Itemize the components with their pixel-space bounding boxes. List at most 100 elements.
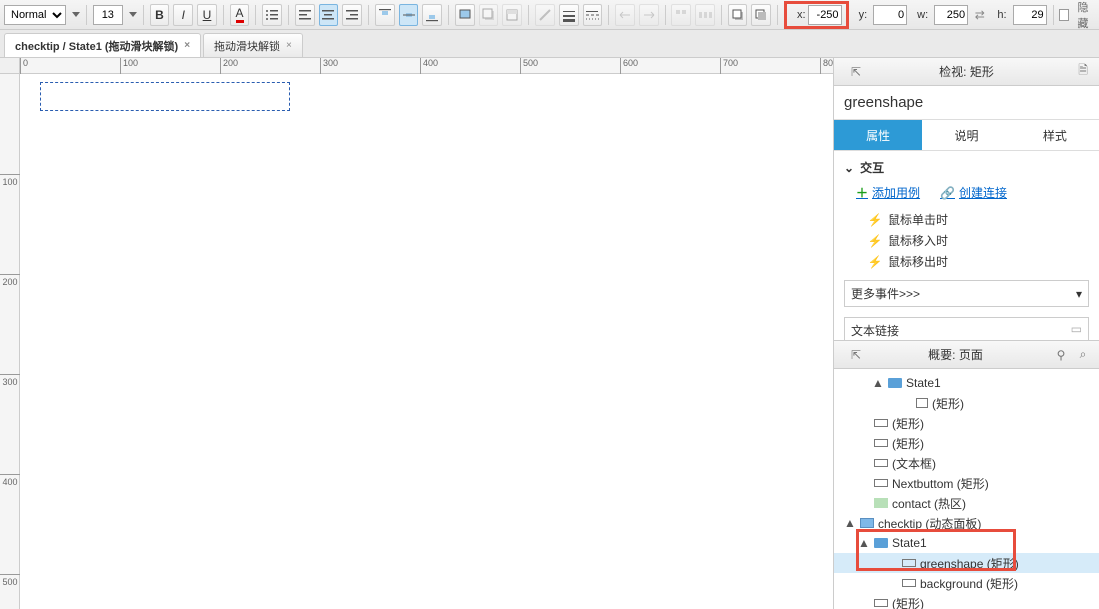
inspector-header: ⇱ 检视: 矩形 🗎 <box>834 58 1099 86</box>
rect-icon <box>902 559 916 567</box>
close-icon[interactable]: × <box>184 40 190 51</box>
line-style-button[interactable] <box>583 4 603 26</box>
create-link-link[interactable]: 🔗创建连接 <box>940 184 1007 201</box>
tree-label: State1 <box>906 376 941 390</box>
tab-checktip-state1[interactable]: checktip / State1 (拖动滑块解锁) × <box>4 33 201 57</box>
tree-row[interactable]: (矩形) <box>834 393 1099 413</box>
tree-row[interactable]: ▲ State1 <box>834 373 1099 393</box>
paragraph-style-select[interactable]: Normal <box>4 5 66 25</box>
more-events-dropdown[interactable]: 更多事件>>>▾ <box>844 280 1089 307</box>
tree-row[interactable]: (文本框) <box>834 453 1099 473</box>
inspector-title: 检视: 矩形 <box>939 63 994 80</box>
inspector-body: ⌄ 交互 ＋添加用例 🔗创建连接 ⚡鼠标单击时 ⚡鼠标移入时 ⚡鼠标移出时 更多事件… <box>834 151 1099 341</box>
canvas-area[interactable]: 0100200300400500600700800 10020030040050… <box>0 58 833 609</box>
selected-rectangle[interactable] <box>40 82 290 111</box>
tree-row[interactable]: background (矩形) <box>834 573 1099 593</box>
widget-name-field[interactable]: greenshape <box>834 86 1099 120</box>
event-row[interactable]: ⚡鼠标移出时 <box>868 253 1089 270</box>
tree-row[interactable]: Nextbuttom (矩形) <box>834 473 1099 493</box>
section-title: 交互 <box>860 159 884 176</box>
collapse-icon[interactable]: ⇱ <box>848 64 864 80</box>
tree-label: (矩形) <box>892 435 924 452</box>
x-coord-highlight: x: <box>784 1 849 29</box>
font-size-input[interactable] <box>93 5 123 25</box>
tree-label: greenshape (矩形) <box>920 555 1019 572</box>
tree-label: contact (热区) <box>892 495 966 512</box>
search-icon[interactable]: ⌕ <box>1075 347 1091 363</box>
lock-aspect-icon[interactable]: ⇄ <box>974 8 985 22</box>
tree-row[interactable]: (矩形) <box>834 593 1099 609</box>
canvas[interactable] <box>20 74 833 609</box>
close-icon[interactable]: × <box>286 40 292 51</box>
align-left-button[interactable] <box>295 4 315 26</box>
folder-icon <box>874 538 888 548</box>
h-input[interactable] <box>1013 5 1047 25</box>
bring-front-button[interactable] <box>728 4 748 26</box>
inspector-subtabs: 属性 说明 样式 <box>834 120 1099 151</box>
bullets-button[interactable] <box>262 4 282 26</box>
tree-toggle[interactable]: ▲ <box>858 536 870 550</box>
text-color-button[interactable]: A <box>230 4 250 26</box>
x-input[interactable] <box>808 5 842 25</box>
notes-icon[interactable]: 🗎 <box>1075 64 1091 80</box>
tree-label: State1 <box>892 536 927 550</box>
align-center-button[interactable] <box>319 4 339 26</box>
tree-toggle[interactable]: ▲ <box>872 376 884 390</box>
tree-row[interactable]: (矩形) <box>834 433 1099 453</box>
inner-shadow-button[interactable] <box>502 4 522 26</box>
rect-icon <box>874 419 888 427</box>
rect-icon <box>874 459 888 467</box>
tree-label: checktip (动态面板) <box>878 515 981 532</box>
y-input[interactable] <box>873 5 907 25</box>
tree-row[interactable]: contact (热区) <box>834 493 1099 513</box>
format-toolbar: Normal B I U A x: y: w: ⇄ h: 隐藏 <box>0 0 1099 30</box>
filter-icon[interactable]: ⚲ <box>1053 347 1069 363</box>
tree-row[interactable]: ▲ State1 <box>834 533 1099 553</box>
align-right-button[interactable] <box>342 4 362 26</box>
valign-bottom-button[interactable] <box>422 4 442 26</box>
subtab-style[interactable]: 样式 <box>1011 120 1099 150</box>
arrow-end-button[interactable] <box>639 4 659 26</box>
ruler-corner <box>0 58 20 74</box>
w-label: w: <box>917 9 928 21</box>
subtab-notes[interactable]: 说明 <box>922 120 1010 150</box>
outline-header: ⇱ 概要: 页面 ⚲ ⌕ <box>834 341 1099 369</box>
align-widgets-button[interactable] <box>671 4 691 26</box>
valign-top-button[interactable] <box>375 4 395 26</box>
x-label: x: <box>797 9 806 21</box>
event-label: 鼠标移入时 <box>888 232 948 249</box>
italic-button[interactable]: I <box>173 4 193 26</box>
bold-button[interactable]: B <box>150 4 170 26</box>
text-links-section[interactable]: 文本链接▭ <box>844 317 1089 341</box>
tab-drag-unlock[interactable]: 拖动滑块解锁 × <box>203 33 303 57</box>
tree-toggle[interactable]: ▲ <box>844 516 856 530</box>
fill-color-button[interactable] <box>455 4 475 26</box>
send-back-button[interactable] <box>751 4 771 26</box>
outer-shadow-button[interactable] <box>479 4 499 26</box>
line-color-button[interactable] <box>535 4 555 26</box>
line-width-button[interactable] <box>559 4 579 26</box>
subtab-properties[interactable]: 属性 <box>834 120 922 150</box>
tab-label: 拖动滑块解锁 <box>214 38 280 54</box>
document-tabbar: checktip / State1 (拖动滑块解锁) × 拖动滑块解锁 × <box>0 30 1099 58</box>
valign-middle-button[interactable] <box>399 4 419 26</box>
tree-label: (矩形) <box>892 415 924 432</box>
w-input[interactable] <box>934 5 968 25</box>
event-row[interactable]: ⚡鼠标单击时 <box>868 211 1089 228</box>
inspector-panel: ⇱ 检视: 矩形 🗎 greenshape 属性 说明 样式 ⌄ 交互 ＋添加用… <box>834 58 1099 341</box>
hidden-checkbox[interactable] <box>1059 9 1069 21</box>
interactions-section-header[interactable]: ⌄ 交互 <box>844 159 1089 176</box>
tree-row[interactable]: (矩形) <box>834 413 1099 433</box>
underline-button[interactable]: U <box>197 4 217 26</box>
ruler-horizontal: 0100200300400500600700800 <box>20 58 833 74</box>
tree-row[interactable]: greenshape (矩形) <box>834 553 1099 573</box>
arrow-start-button[interactable] <box>615 4 635 26</box>
outline-tree[interactable]: ▲State1(矩形)(矩形)(矩形)(文本框)Nextbuttom (矩形)c… <box>834 369 1099 609</box>
y-label: y: <box>859 9 868 21</box>
event-row[interactable]: ⚡鼠标移入时 <box>868 232 1089 249</box>
add-case-link[interactable]: ＋添加用例 <box>856 184 920 201</box>
event-label: 鼠标移出时 <box>888 253 948 270</box>
collapse-icon[interactable]: ⇱ <box>848 347 864 363</box>
distribute-widgets-button[interactable] <box>695 4 715 26</box>
tree-row[interactable]: ▲ checktip (动态面板) <box>834 513 1099 533</box>
